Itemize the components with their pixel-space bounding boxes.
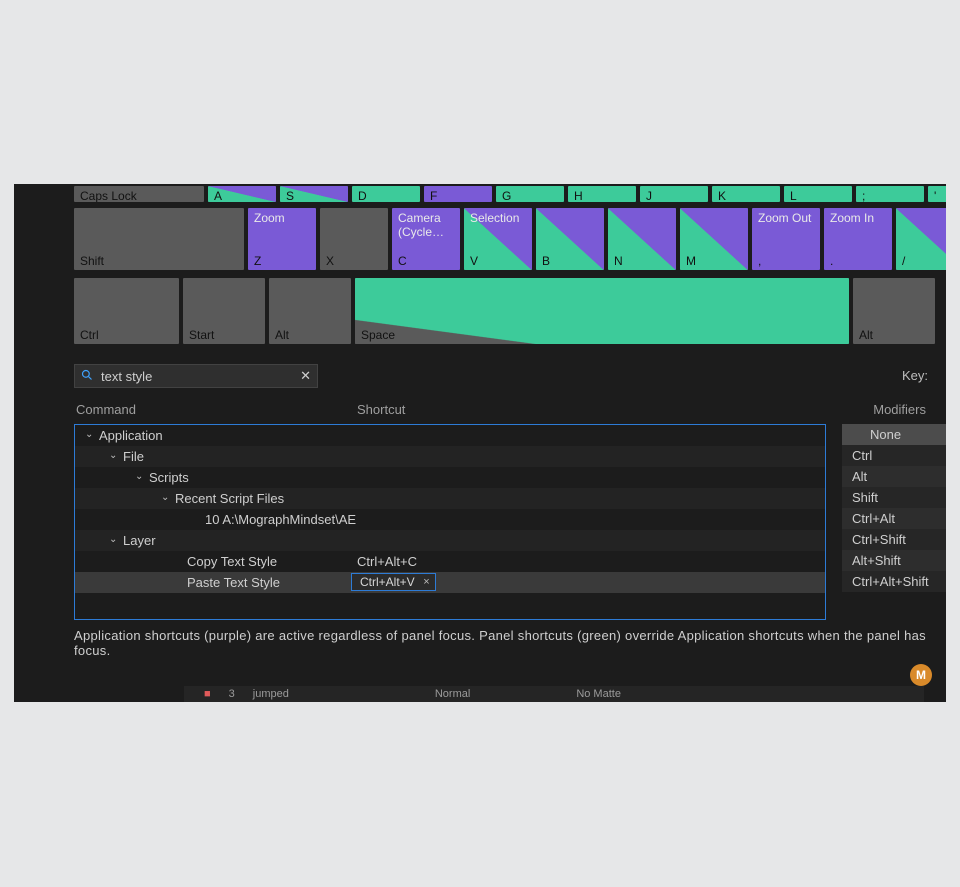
- search-icon: [81, 369, 93, 384]
- chevron-down-icon[interactable]: ⌄: [135, 471, 149, 482]
- tree-label: Layer: [123, 533, 156, 548]
- key-l[interactable]: L: [784, 186, 852, 202]
- key-d[interactable]: D: [352, 186, 420, 202]
- tree-row[interactable]: ⌄Application: [75, 425, 825, 446]
- tree-row[interactable]: 10 A:\MographMindset\AE: [75, 509, 825, 530]
- modifier-option[interactable]: Ctrl: [842, 445, 946, 466]
- tree-row[interactable]: ⌄Layer: [75, 530, 825, 551]
- key-start[interactable]: Start: [183, 278, 265, 344]
- tree-label: Copy Text Style: [187, 554, 277, 569]
- badge-m-icon: M: [910, 664, 932, 686]
- key-capslock[interactable]: Caps Lock: [74, 186, 204, 202]
- virtual-keyboard: Caps LockASDFGHJKL;' ShiftZZoomXCCamera …: [14, 184, 946, 346]
- tree-row[interactable]: Copy Text Style Ctrl+Alt+C: [75, 551, 825, 572]
- modifier-option[interactable]: Alt+Shift: [842, 550, 946, 571]
- background-timeline-fragment: ■ 3 jumped Normal No Matte: [184, 686, 924, 702]
- key-[interactable]: ;: [856, 186, 924, 202]
- tree-label: 10 A:\MographMindset\AE: [205, 512, 356, 527]
- tree-label: Application: [99, 428, 163, 443]
- clear-search-icon[interactable]: ✕: [300, 368, 311, 384]
- key-b[interactable]: B: [536, 208, 604, 270]
- key-shift[interactable]: Shift: [74, 208, 244, 270]
- tree-label: Paste Text Style: [187, 575, 280, 590]
- key-j[interactable]: J: [640, 186, 708, 202]
- chevron-down-icon[interactable]: ⌄: [161, 492, 175, 503]
- key-k[interactable]: K: [712, 186, 780, 202]
- key-c[interactable]: CCamera (Cycle…: [392, 208, 460, 270]
- search-field-wrap[interactable]: ✕: [74, 364, 318, 388]
- key-n[interactable]: N: [608, 208, 676, 270]
- key-f[interactable]: F: [424, 186, 492, 202]
- modifier-option[interactable]: Ctrl+Alt: [842, 508, 946, 529]
- tree-row[interactable]: Paste Text Style Ctrl+Alt+V×: [75, 572, 825, 593]
- tree-label: Scripts: [149, 470, 189, 485]
- key-x[interactable]: X: [320, 208, 388, 270]
- key-ctrl[interactable]: Ctrl: [74, 278, 179, 344]
- modifier-option[interactable]: Alt: [842, 466, 946, 487]
- key-[interactable]: .Zoom In: [824, 208, 892, 270]
- tree-label: Recent Script Files: [175, 491, 284, 506]
- key-alt[interactable]: Alt: [853, 278, 935, 344]
- tree-label: File: [123, 449, 144, 464]
- key-h[interactable]: H: [568, 186, 636, 202]
- clear-shortcut-icon[interactable]: ×: [423, 576, 429, 588]
- key-[interactable]: ': [928, 186, 946, 202]
- modifier-option[interactable]: None: [842, 424, 946, 445]
- modifier-option[interactable]: Ctrl+Alt+Shift: [842, 571, 946, 592]
- tree-row[interactable]: ⌄Recent Script Files: [75, 488, 825, 509]
- key-v[interactable]: VSelection: [464, 208, 532, 270]
- command-tree[interactable]: ⌄Application⌄File⌄Scripts⌄Recent Script …: [74, 424, 826, 620]
- chevron-down-icon[interactable]: ⌄: [85, 429, 99, 440]
- header-command: Command: [76, 402, 136, 417]
- shortcut-text: Ctrl+Alt+C: [357, 554, 417, 569]
- key-s[interactable]: S: [280, 186, 348, 202]
- key-z[interactable]: ZZoom: [248, 208, 316, 270]
- header-shortcut: Shortcut: [357, 402, 405, 417]
- key-[interactable]: /: [896, 208, 946, 270]
- shortcut-editor-panel: ✕ Key: Command Shortcut Modifiers ⌄Appli…: [14, 360, 946, 702]
- key-g[interactable]: G: [496, 186, 564, 202]
- modifier-list[interactable]: NoneCtrlAltShiftCtrl+AltCtrl+ShiftAlt+Sh…: [842, 424, 946, 592]
- key-[interactable]: ,Zoom Out: [752, 208, 820, 270]
- tree-row[interactable]: ⌄Scripts: [75, 467, 825, 488]
- chevron-down-icon[interactable]: ⌄: [109, 450, 123, 461]
- key-m[interactable]: M: [680, 208, 748, 270]
- shortcut-input[interactable]: Ctrl+Alt+V×: [351, 573, 436, 591]
- search-input[interactable]: [101, 369, 292, 384]
- key-alt[interactable]: Alt: [269, 278, 351, 344]
- footer-hint: Application shortcuts (purple) are activ…: [74, 628, 926, 658]
- chevron-down-icon[interactable]: ⌄: [109, 534, 123, 545]
- modifier-option[interactable]: Shift: [842, 487, 946, 508]
- tree-row[interactable]: ⌄File: [75, 446, 825, 467]
- key-space[interactable]: Space: [355, 278, 849, 344]
- app-window: Caps LockASDFGHJKL;' ShiftZZoomXCCamera …: [14, 184, 946, 702]
- key-a[interactable]: A: [208, 186, 276, 202]
- modifier-option[interactable]: Ctrl+Shift: [842, 529, 946, 550]
- key-header-label: Key:: [902, 368, 928, 383]
- header-modifiers: Modifiers: [873, 402, 926, 417]
